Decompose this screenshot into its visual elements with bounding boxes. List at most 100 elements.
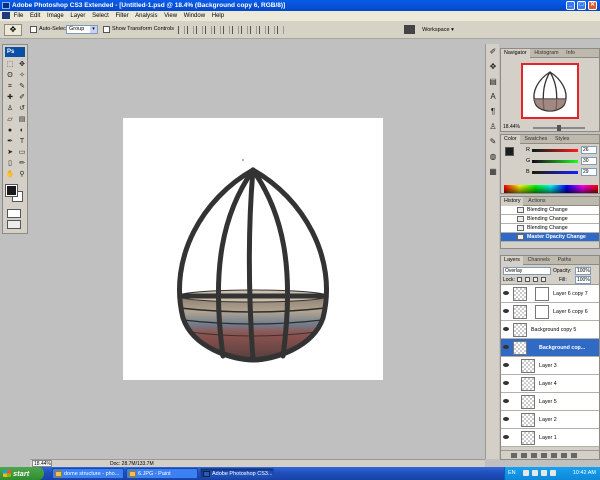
info-icon[interactable]: ◍ bbox=[488, 152, 498, 162]
menu-file[interactable]: File bbox=[14, 13, 24, 19]
layer-row[interactable]: Layer 6 copy 7 bbox=[501, 285, 599, 303]
history-item[interactable]: Blending Change bbox=[501, 206, 599, 215]
eye-icon[interactable] bbox=[503, 345, 509, 349]
layer-row[interactable]: Layer 6 copy 6 bbox=[501, 303, 599, 321]
show-transform-checkbox[interactable] bbox=[103, 26, 110, 33]
distribute-top-icon[interactable] bbox=[232, 26, 239, 34]
move-tool-preset-icon[interactable]: ✥ bbox=[4, 24, 22, 36]
foreground-color-swatch[interactable] bbox=[505, 147, 514, 156]
foreground-color-swatch[interactable] bbox=[5, 184, 18, 197]
eye-icon[interactable] bbox=[503, 363, 509, 367]
brushes-icon[interactable]: ✐ bbox=[488, 47, 498, 57]
add-mask-icon[interactable] bbox=[531, 453, 537, 458]
menu-filter[interactable]: Filter bbox=[115, 13, 128, 19]
align-middle-icon[interactable] bbox=[187, 26, 194, 34]
minimize-button[interactable]: _ bbox=[566, 1, 575, 10]
blend-mode-dropdown[interactable]: Overlay bbox=[503, 267, 551, 275]
character-icon[interactable]: A bbox=[488, 92, 498, 102]
tab-channels[interactable]: Channels bbox=[525, 256, 553, 265]
red-value[interactable]: 26 bbox=[581, 146, 597, 154]
tray-security-icon[interactable] bbox=[541, 470, 547, 476]
blur-tool-icon[interactable]: ● bbox=[5, 126, 15, 136]
history-item[interactable]: Blending Change bbox=[501, 224, 599, 233]
tab-styles[interactable]: Styles bbox=[552, 135, 572, 144]
color-ramp[interactable] bbox=[504, 185, 598, 193]
layer-comps-icon[interactable]: ▤ bbox=[488, 77, 498, 87]
pen-tool-icon[interactable]: ✒ bbox=[5, 137, 15, 147]
gradient-tool-icon[interactable]: ▤ bbox=[17, 115, 27, 125]
auto-select-dropdown[interactable]: Group ▾ bbox=[66, 25, 98, 34]
menu-analysis[interactable]: Analysis bbox=[135, 13, 157, 19]
align-left-icon[interactable] bbox=[205, 26, 212, 34]
eye-icon[interactable] bbox=[503, 327, 509, 331]
distribute-bottom-icon[interactable] bbox=[250, 26, 257, 34]
eye-icon[interactable] bbox=[503, 417, 509, 421]
menu-edit[interactable]: Edit bbox=[30, 13, 40, 19]
new-group-icon[interactable] bbox=[551, 453, 557, 458]
marquee-tool-icon[interactable]: ⬚ bbox=[5, 60, 15, 70]
slider-knob[interactable] bbox=[557, 125, 561, 131]
taskbar-item-active[interactable]: Adobe Photoshop CS3... bbox=[200, 468, 274, 479]
menu-help[interactable]: Help bbox=[212, 13, 224, 19]
clone-source-icon[interactable]: ♙ bbox=[488, 122, 498, 132]
maximize-button[interactable]: □ bbox=[577, 1, 586, 10]
dodge-tool-icon[interactable]: ◐ bbox=[17, 126, 27, 136]
navigator-zoom-value[interactable]: 18.44% bbox=[503, 124, 520, 130]
tab-layers[interactable]: Layers bbox=[501, 256, 523, 265]
link-layers-icon[interactable] bbox=[511, 453, 517, 458]
align-top-icon[interactable] bbox=[178, 26, 185, 34]
distribute-right-icon[interactable] bbox=[277, 26, 284, 34]
distribute-center-icon[interactable] bbox=[268, 26, 275, 34]
layer-row[interactable]: Background copy 5 bbox=[501, 321, 599, 339]
layer-row-selected[interactable]: Background cop... bbox=[501, 339, 599, 357]
shape-tool-icon[interactable]: ▭ bbox=[17, 148, 27, 158]
menu-image[interactable]: Image bbox=[47, 13, 64, 19]
adjustment-layer-icon[interactable] bbox=[541, 453, 547, 458]
fill-input[interactable]: 100% bbox=[575, 276, 591, 284]
clock[interactable]: 10:42 AM bbox=[573, 467, 596, 480]
eye-icon[interactable] bbox=[503, 399, 509, 403]
eye-icon[interactable] bbox=[503, 381, 509, 385]
tab-swatches[interactable]: Swatches bbox=[521, 135, 550, 144]
document-canvas[interactable] bbox=[123, 118, 383, 380]
eraser-tool-icon[interactable]: ▱ bbox=[5, 115, 15, 125]
taskbar-item[interactable]: dome structure - pho... bbox=[52, 468, 124, 479]
hand-tool-icon[interactable]: ✋ bbox=[5, 170, 15, 180]
close-button[interactable]: ✕ bbox=[588, 1, 597, 10]
menu-select[interactable]: Select bbox=[92, 13, 109, 19]
tab-histogram[interactable]: Histogram bbox=[531, 49, 561, 58]
red-slider[interactable] bbox=[532, 149, 578, 152]
animation-icon[interactable]: ▦ bbox=[488, 167, 498, 177]
eyedropper-tool-icon[interactable]: ✏ bbox=[17, 159, 27, 169]
green-slider[interactable] bbox=[532, 160, 578, 163]
move-tool-icon[interactable]: ✥ bbox=[17, 60, 27, 70]
eye-icon[interactable] bbox=[503, 291, 509, 295]
new-layer-icon[interactable] bbox=[561, 453, 567, 458]
distribute-middle-icon[interactable] bbox=[241, 26, 248, 34]
green-value[interactable]: 30 bbox=[581, 157, 597, 165]
tab-actions[interactable]: Actions bbox=[525, 197, 548, 206]
align-right-icon[interactable] bbox=[223, 26, 230, 34]
history-brush-tool-icon[interactable]: ↺ bbox=[17, 104, 27, 114]
navigator-preview[interactable] bbox=[521, 63, 579, 119]
blue-value[interactable]: 29 bbox=[581, 168, 597, 176]
tool-presets-icon[interactable]: ✥ bbox=[488, 62, 498, 72]
tray-volume-icon[interactable] bbox=[532, 470, 538, 476]
language-indicator[interactable]: EN bbox=[508, 467, 516, 480]
eye-icon[interactable] bbox=[503, 309, 509, 313]
magic-wand-tool-icon[interactable]: ✧ bbox=[17, 71, 27, 81]
tab-history[interactable]: History bbox=[501, 197, 524, 206]
lock-all-icon[interactable] bbox=[541, 277, 546, 282]
lasso-tool-icon[interactable]: ʘ bbox=[5, 71, 15, 81]
path-selection-tool-icon[interactable]: ➤ bbox=[5, 148, 15, 158]
brush-panel-icon[interactable]: ✎ bbox=[488, 137, 498, 147]
quick-mask-icon[interactable] bbox=[7, 209, 21, 218]
layer-row[interactable]: Layer 2 bbox=[501, 411, 599, 429]
screen-mode-icon[interactable] bbox=[7, 220, 21, 229]
lock-position-icon[interactable] bbox=[533, 277, 538, 282]
history-item[interactable]: Blending Change bbox=[501, 215, 599, 224]
layer-row[interactable]: Layer 5 bbox=[501, 393, 599, 411]
blue-slider[interactable] bbox=[532, 171, 578, 174]
tab-info[interactable]: Info bbox=[563, 49, 578, 58]
history-item-current[interactable]: Master Opacity Change bbox=[501, 233, 599, 242]
